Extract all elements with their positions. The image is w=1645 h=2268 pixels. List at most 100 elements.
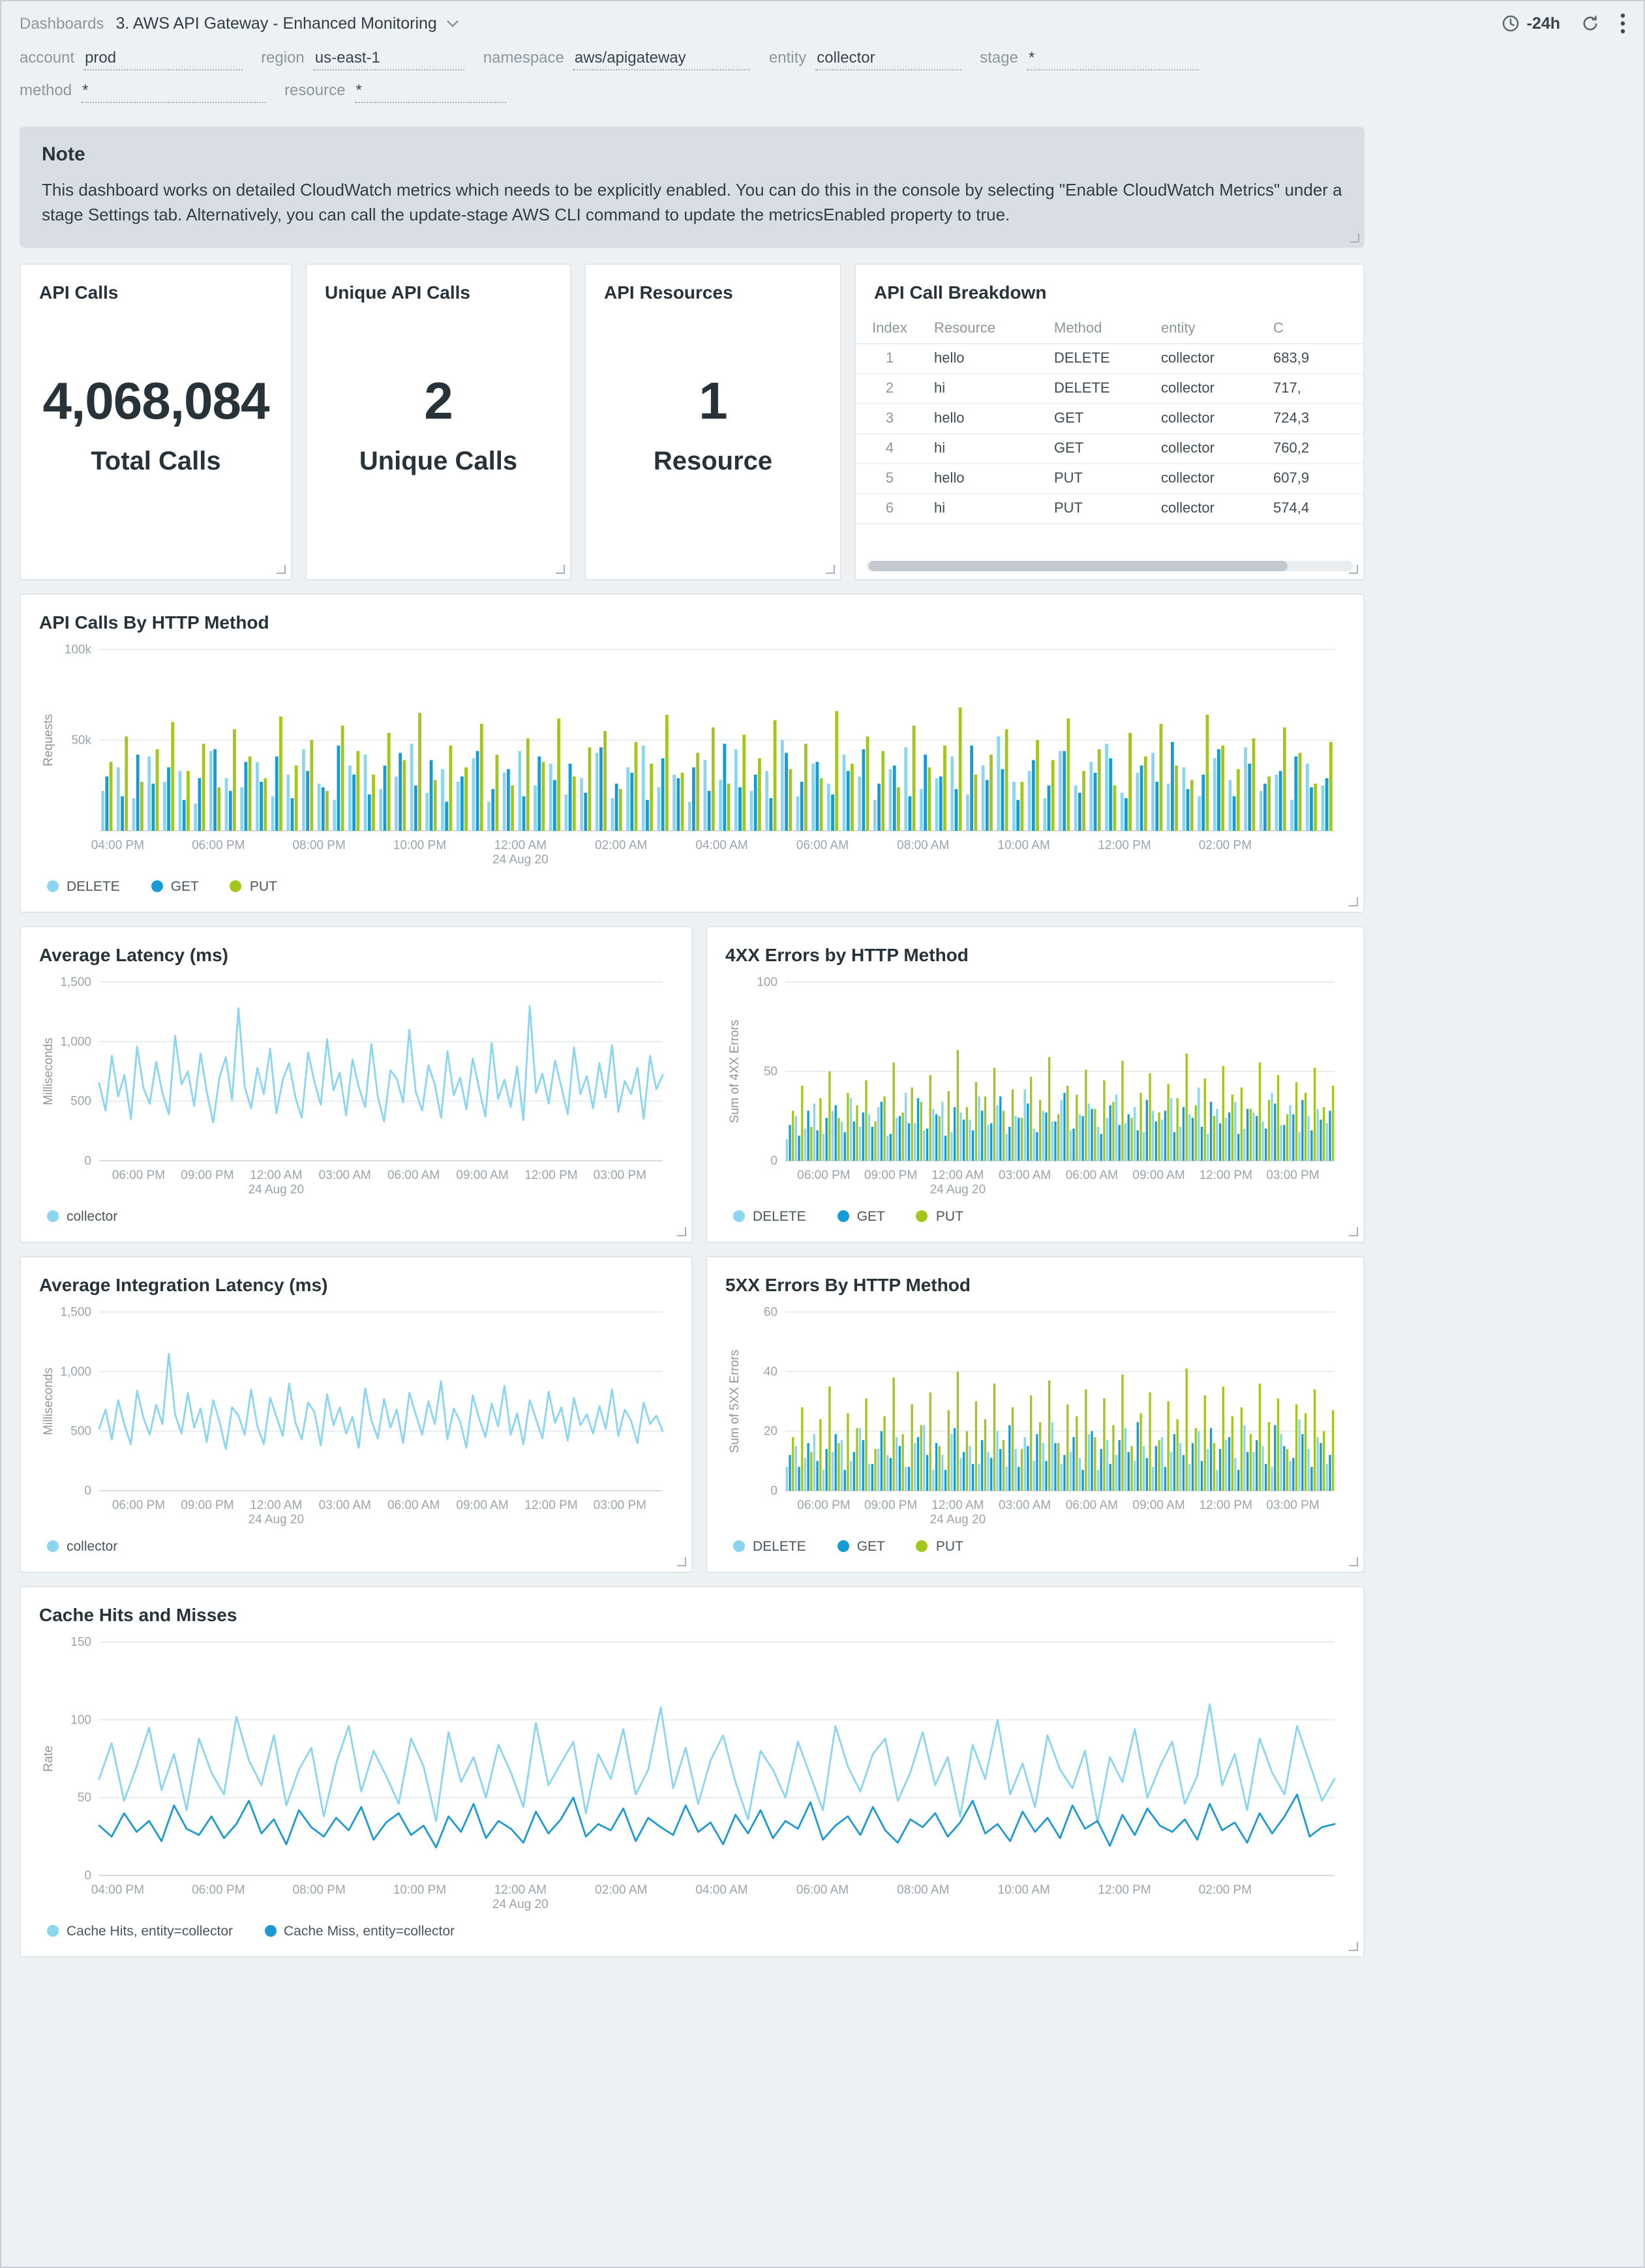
resize-handle[interactable] — [1349, 1227, 1358, 1236]
chart-canvas[interactable]: 1,500 1,000 500 0 06:00 PM 09:00 PM 12:00 AM 24… — [39, 1301, 673, 1532]
svg-text:04:00 AM: 04:00 AM — [695, 838, 747, 852]
kebab-menu-icon[interactable] — [1620, 13, 1625, 34]
legend-item[interactable]: GET — [837, 1208, 885, 1224]
table-scrollbar-track[interactable] — [866, 560, 1353, 571]
legend-item[interactable]: DELETE — [733, 1538, 806, 1554]
table-scrollbar-thumb[interactable] — [869, 560, 1288, 571]
chart-canvas[interactable]: 150 100 50 0 04:00 PM 06:00 PM 08:00 PM 10:00 P… — [39, 1631, 1345, 1917]
column-header[interactable]: Resource — [924, 314, 1044, 344]
legend-label: GET — [170, 878, 199, 895]
table-row[interactable]: 2 hi DELETE collector 717, — [856, 373, 1363, 404]
note-body: This dashboard works on detailed CloudWa… — [42, 180, 1342, 224]
filter-entity[interactable]: entity collector — [769, 48, 962, 70]
legend-item[interactable]: GET — [837, 1538, 885, 1555]
chart-canvas[interactable]: 100k 50k 04:00 PM 06:00 PM 08:00 PM 10:00 PM 1… — [39, 638, 1345, 872]
table-row[interactable]: 5 hello PUT collector 607,9 — [856, 463, 1363, 494]
column-header[interactable]: Method — [1044, 314, 1151, 344]
svg-text:04:00 AM: 04:00 AM — [695, 1883, 747, 1896]
svg-text:Sum of 5XX Errors: Sum of 5XX Errors — [728, 1349, 742, 1452]
legend-label: Cache Miss, entity=collector — [284, 1923, 455, 1939]
chart-canvas[interactable]: 60 40 20 0 06:00 PM 09:00 PM 12:00 AM 24 Aug 20… — [725, 1301, 1345, 1532]
table-row[interactable]: 6 hi PUT collector 574,4 — [856, 493, 1363, 524]
svg-text:09:00 PM: 09:00 PM — [864, 1498, 917, 1512]
chart-canvas[interactable]: 1,500 1,000 500 0 06:00 PM 09:00 PM 12:00 AM 24… — [39, 971, 673, 1202]
svg-text:100: 100 — [70, 1713, 91, 1727]
resize-handle[interactable] — [1349, 897, 1358, 906]
time-range-picker[interactable]: -24h — [1502, 14, 1560, 33]
filter-method[interactable]: method * — [20, 81, 267, 103]
svg-text:06:00 PM: 06:00 PM — [192, 838, 245, 852]
resize-handle[interactable] — [1349, 1557, 1358, 1566]
legend-item[interactable]: collector — [47, 1538, 117, 1554]
dashboard-title[interactable]: 3. AWS API Gateway - Enhanced Monitoring — [115, 14, 436, 33]
legend-dot-icon — [47, 880, 59, 893]
filter-label: region — [261, 48, 305, 67]
chart-svg[interactable]: 60 40 20 0 06:00 PM 09:00 PM 12:00 AM24 Aug 20… — [725, 1301, 1345, 1532]
filter-resource[interactable]: resource * — [284, 81, 506, 103]
legend-item[interactable]: DELETE — [733, 1208, 806, 1224]
legend-dot-icon — [733, 1210, 745, 1223]
table-cell: 683,9 — [1263, 343, 1363, 374]
legend-item[interactable]: PUT — [916, 1538, 963, 1554]
chart-svg[interactable]: 1,500 1,000 500 0 06:00 PM 09:00 PM 12:00 AM24… — [39, 971, 673, 1202]
filter-namespace[interactable]: namespace aws/apigateway — [483, 48, 751, 70]
legend-item[interactable]: DELETE — [47, 878, 120, 894]
column-header[interactable]: entity — [1151, 314, 1263, 344]
svg-text:08:00 AM: 08:00 AM — [897, 838, 949, 852]
breadcrumb[interactable]: Dashboards — [20, 14, 104, 33]
table-row[interactable]: 3 hello GET collector 724,3 — [856, 403, 1363, 434]
table-cell: 724,3 — [1263, 403, 1363, 434]
column-header[interactable]: Index — [856, 314, 924, 344]
table-cell: hi — [924, 373, 1044, 404]
svg-text:03:00 PM: 03:00 PM — [594, 1168, 646, 1182]
svg-text:06:00 AM: 06:00 AM — [1066, 1168, 1118, 1182]
resize-handle[interactable] — [1349, 1941, 1358, 1951]
legend-item[interactable]: collector — [47, 1208, 117, 1224]
chart-svg[interactable]: 100k 50k 04:00 PM 06:00 PM 08:00 PM 10:00 PM 1… — [39, 638, 1345, 872]
svg-text:60: 60 — [764, 1305, 777, 1319]
table-cell: 760,2 — [1263, 433, 1363, 464]
legend-item[interactable]: GET — [151, 878, 199, 894]
table-cell: GET — [1044, 433, 1151, 464]
legend-label: GET — [856, 1538, 885, 1555]
table-cell: 1 — [856, 343, 924, 374]
legend-item[interactable]: PUT — [916, 1208, 963, 1224]
resize-handle[interactable] — [677, 1557, 686, 1566]
resize-handle[interactable] — [1350, 233, 1359, 243]
filter-value[interactable]: aws/apigateway — [573, 48, 751, 70]
legend-item[interactable]: Cache Hits, entity=collector — [47, 1923, 233, 1939]
resize-handle[interactable] — [677, 1227, 686, 1236]
resize-handle[interactable] — [277, 564, 286, 574]
legend-label: collector — [67, 1538, 118, 1555]
chart-svg[interactable]: 1,500 1,000 500 0 06:00 PM 09:00 PM 12:00 AM24… — [39, 1301, 673, 1532]
table-row[interactable]: 1 hello DELETE collector 683,9 — [856, 343, 1363, 374]
table-row[interactable]: 4 hi GET collector 760,2 — [856, 433, 1363, 464]
resize-handle[interactable] — [1349, 564, 1358, 574]
chevron-down-icon[interactable] — [446, 20, 459, 27]
filter-stage[interactable]: stage * — [980, 48, 1200, 70]
panel-title: API Call Breakdown — [874, 281, 1047, 303]
filter-value[interactable]: us-east-1 — [313, 48, 465, 70]
filter-value[interactable]: * — [354, 81, 506, 103]
filter-value[interactable]: prod — [83, 48, 243, 70]
filter-account[interactable]: account prod — [20, 48, 243, 70]
svg-text:1,000: 1,000 — [60, 1035, 91, 1049]
svg-text:09:00 AM: 09:00 AM — [1132, 1168, 1185, 1182]
resize-handle[interactable] — [826, 564, 835, 574]
table-cell: GET — [1044, 403, 1151, 434]
svg-text:08:00 PM: 08:00 PM — [292, 838, 345, 852]
filter-value[interactable]: * — [81, 81, 267, 103]
chart-svg[interactable]: 150 100 50 004:00 PM 06:00 PM 08:00 PM 10:00 P… — [39, 1631, 1345, 1917]
legend-item[interactable]: PUT — [230, 878, 277, 894]
breakdown-table-wrap: Index Resource Method entity C 1 hello DELETE c… — [856, 314, 1363, 524]
filter-value[interactable]: collector — [815, 48, 962, 70]
column-header[interactable]: C — [1263, 314, 1363, 344]
filter-value[interactable]: * — [1027, 48, 1200, 70]
chart-svg[interactable]: 100 50 0 06:00 PM 09:00 PM 12:00 AM24 Aug 20 0… — [725, 971, 1345, 1202]
refresh-icon[interactable] — [1581, 14, 1599, 33]
filter-region[interactable]: region us-east-1 — [261, 48, 465, 70]
chart-canvas[interactable]: 100 50 0 06:00 PM 09:00 PM 12:00 AM 24 Aug 20 0… — [725, 971, 1345, 1202]
legend-item[interactable]: Cache Miss, entity=collector — [264, 1923, 455, 1939]
svg-text:09:00 AM: 09:00 AM — [1132, 1498, 1185, 1512]
resize-handle[interactable] — [556, 564, 565, 574]
